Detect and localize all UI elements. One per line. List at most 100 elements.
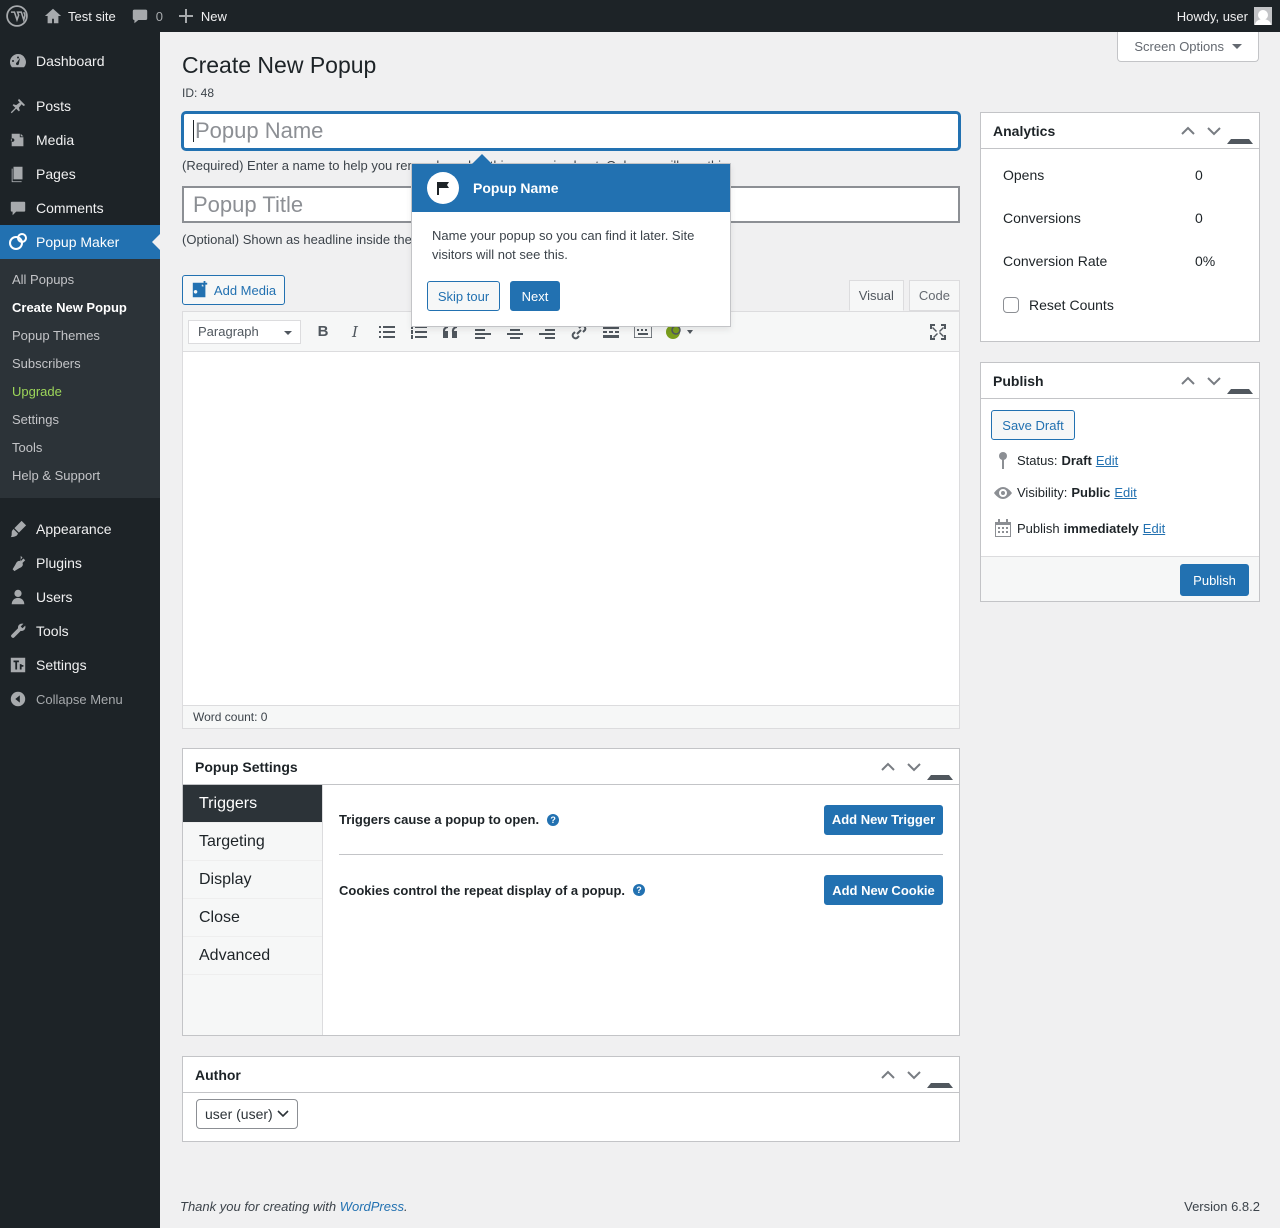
fullscreen-icon[interactable] — [922, 318, 954, 346]
menu-plugins[interactable]: Plugins — [0, 546, 160, 580]
menu-settings[interactable]: Settings — [0, 648, 160, 682]
dashboard-icon — [10, 54, 26, 68]
footer-period: . — [404, 1199, 408, 1214]
move-up-icon[interactable] — [1175, 118, 1201, 144]
page-title: Create New Popup — [182, 52, 377, 78]
menu-label: Comments — [36, 200, 104, 216]
collapse-menu-button[interactable]: Collapse Menu — [0, 682, 160, 716]
analytics-rate-label: Conversion Rate — [1003, 253, 1108, 269]
submenu-subscribers[interactable]: Subscribers — [0, 350, 160, 378]
author-selected: user (user) — [205, 1106, 273, 1122]
move-up-icon[interactable] — [875, 754, 901, 780]
popup-name-input[interactable]: Popup Name — [182, 112, 960, 150]
screen-options-button[interactable]: Screen Options — [1117, 32, 1259, 62]
move-down-icon[interactable] — [1201, 118, 1227, 144]
help-icon[interactable]: ? — [633, 884, 646, 896]
submenu-settings[interactable]: Settings — [0, 406, 160, 434]
italic-icon[interactable]: I — [339, 318, 371, 346]
skip-tour-button[interactable]: Skip tour — [427, 281, 500, 311]
status-label: Status: — [1017, 452, 1058, 468]
move-down-icon[interactable] — [1201, 368, 1227, 394]
edit-schedule-link[interactable]: Edit — [1143, 521, 1165, 536]
popup-settings-box: Popup Settings Triggers Targeting Displa… — [182, 748, 960, 1036]
plugin-icon — [12, 555, 26, 572]
analytics-opens-value: 0 — [1195, 167, 1203, 183]
toggle-panel-icon[interactable] — [1227, 368, 1253, 394]
comments-link[interactable]: 0 — [124, 0, 171, 32]
tab-advanced[interactable]: Advanced — [183, 937, 322, 975]
text-cursor — [193, 120, 194, 142]
menu-posts[interactable]: Posts — [0, 89, 160, 123]
submenu-tools[interactable]: Tools — [0, 434, 160, 462]
menu-appearance[interactable]: Appearance — [0, 512, 160, 546]
edit-visibility-link[interactable]: Edit — [1114, 485, 1136, 500]
tab-display[interactable]: Display — [183, 861, 322, 899]
cookies-description: Cookies control the repeat display of a … — [339, 882, 626, 898]
submenu-create-new-popup[interactable]: Create New Popup — [0, 294, 160, 322]
menu-comments[interactable]: Comments — [0, 191, 160, 225]
wordpress-logo-icon[interactable] — [0, 0, 36, 32]
menu-tools[interactable]: Tools — [0, 614, 160, 648]
menu-popup-maker[interactable]: Popup Maker — [0, 225, 160, 259]
menu-dashboard[interactable]: Dashboard — [0, 44, 160, 78]
next-button[interactable]: Next — [510, 281, 560, 311]
move-up-icon[interactable] — [1175, 368, 1201, 394]
help-icon[interactable]: ? — [547, 813, 560, 826]
popup-maker-icon — [9, 233, 27, 250]
wordpress-link[interactable]: WordPress — [340, 1199, 404, 1214]
toggle-panel-icon[interactable] — [927, 754, 953, 780]
site-name-link[interactable]: Test site — [36, 0, 124, 32]
reset-counts-row: Reset Counts — [1003, 297, 1114, 313]
author-select[interactable]: user (user) — [196, 1099, 298, 1129]
menu-label: Appearance — [36, 521, 112, 537]
menu-label: Popup Maker — [36, 234, 120, 250]
analytics-rate-value: 0% — [1195, 253, 1216, 269]
add-media-button[interactable]: Add Media — [182, 275, 285, 305]
menu-media[interactable]: Media — [0, 123, 160, 157]
tab-visual[interactable]: Visual — [848, 280, 904, 311]
submenu-help-support[interactable]: Help & Support — [0, 462, 160, 490]
add-new-trigger-button[interactable]: Add New Trigger — [824, 804, 943, 835]
settings-icon — [10, 657, 26, 673]
calendar-icon — [995, 519, 1011, 537]
howdy-text: Howdy, user — [1176, 8, 1248, 24]
move-down-icon[interactable] — [901, 754, 927, 780]
move-down-icon[interactable] — [901, 1062, 927, 1088]
save-draft-button[interactable]: Save Draft — [991, 410, 1075, 440]
tab-code[interactable]: Code — [908, 280, 960, 311]
publish-button[interactable]: Publish — [1180, 564, 1249, 596]
menu-pages[interactable]: Pages — [0, 157, 160, 191]
triggers-description: Triggers cause a popup to open. — [339, 812, 540, 827]
author-header: Author — [183, 1057, 959, 1093]
submenu-all-popups[interactable]: All Popups — [0, 266, 160, 294]
content-editor: Paragraph B I Word count: 0 — [182, 311, 960, 729]
submenu-upgrade[interactable]: Upgrade — [0, 378, 160, 406]
format-select[interactable]: Paragraph — [188, 319, 301, 344]
menu-label: Media — [36, 132, 75, 148]
tab-targeting[interactable]: Targeting — [183, 823, 322, 861]
bold-icon[interactable]: B — [307, 318, 339, 346]
toggle-panel-icon[interactable] — [1227, 118, 1253, 144]
status-value: Draft — [1061, 452, 1092, 468]
collapse-icon — [10, 691, 26, 707]
menu-label: Settings — [36, 657, 87, 673]
bullet-list-icon[interactable] — [371, 318, 403, 346]
tab-close[interactable]: Close — [183, 899, 322, 937]
account-menu[interactable]: Howdy, user — [1177, 7, 1280, 25]
users-icon — [11, 589, 25, 605]
menu-users[interactable]: Users — [0, 580, 160, 614]
move-up-icon[interactable] — [875, 1062, 901, 1088]
reset-counts-checkbox[interactable] — [1003, 297, 1019, 313]
submenu-popup-themes[interactable]: Popup Themes — [0, 322, 160, 350]
add-new-cookie-button[interactable]: Add New Cookie — [824, 875, 943, 905]
publish-when: immediately — [1063, 520, 1139, 536]
tab-triggers[interactable]: Triggers — [183, 785, 322, 823]
edit-status-link[interactable]: Edit — [1096, 453, 1118, 468]
new-content-link[interactable]: New — [171, 0, 235, 32]
chevron-down-icon — [1232, 44, 1242, 49]
chevron-down-icon — [277, 1110, 289, 1118]
tour-header: Popup Name — [412, 164, 730, 212]
analytics-title: Analytics — [993, 122, 1056, 139]
author-title: Author — [195, 1066, 241, 1083]
toggle-panel-icon[interactable] — [927, 1062, 953, 1088]
